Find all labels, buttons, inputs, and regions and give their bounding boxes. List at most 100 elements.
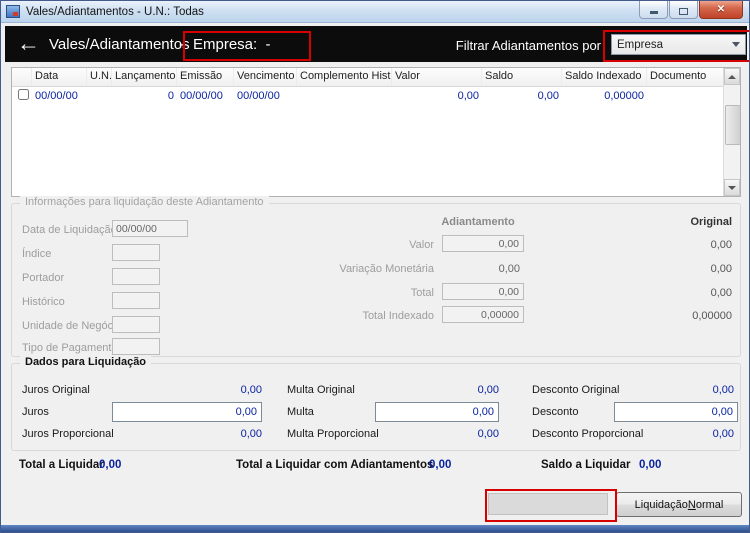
desconto-proporcional-value: 0,00	[712, 428, 734, 440]
juros-original-value: 0,00	[240, 384, 262, 396]
field-label-portador: Portador	[22, 272, 65, 284]
juros-original-label: Juros Original	[22, 384, 90, 396]
desconto-original-label: Desconto Original	[532, 384, 620, 396]
back-arrow-icon[interactable]: ←	[17, 28, 40, 58]
close-icon: ✕	[716, 3, 726, 15]
close-button[interactable]: ✕	[699, 1, 743, 19]
field-label-data-liquidacao: Data de Liquidação	[22, 224, 117, 236]
col-emissao[interactable]: Emissão	[177, 68, 234, 86]
window-controls: ✕	[638, 1, 743, 19]
scroll-down-button[interactable]	[724, 179, 740, 196]
col-saldo-indexado[interactable]: Saldo Indexado	[562, 68, 647, 86]
col-lancamento[interactable]: Lançamento	[112, 68, 177, 86]
vertical-scrollbar[interactable]	[723, 68, 740, 196]
total-com-adiantamentos-label: Total a Liquidar com Adiantamentos	[236, 459, 434, 471]
multa-proporcional-value: 0,00	[477, 428, 499, 440]
window-title: Vales/Adiantamentos - U.N.: Todas	[26, 5, 204, 18]
saldo-a-liquidar-value: 0,00	[639, 459, 662, 471]
col-vencimento[interactable]: Vencimento	[234, 68, 297, 86]
dados-liquidacao-group: Dados para Liquidação Juros Original 0,0…	[11, 356, 741, 451]
button-label-suffix: ormal	[695, 498, 724, 511]
row-checkbox[interactable]	[18, 88, 29, 100]
row-label-variacao-monetaria: Variação Monetária	[339, 263, 434, 275]
field-label-indice: Índice	[22, 248, 52, 260]
header-separator: -	[179, 36, 184, 53]
field-unidade-negocio	[112, 316, 160, 333]
cell-lancamento: 0	[167, 89, 174, 102]
scroll-up-button[interactable]	[724, 68, 740, 85]
adiantamentos-grid: Data U.N. Lançamento Emissão Vencimento …	[11, 67, 741, 197]
minimize-icon	[649, 11, 658, 14]
cell-data: 00/00/00	[35, 89, 78, 102]
footer-empty-panel	[488, 493, 608, 515]
col-documento[interactable]: Documento	[647, 68, 725, 86]
scrollbar-thumb[interactable]	[725, 105, 740, 145]
minimize-button[interactable]	[639, 1, 668, 19]
cell-saldo-indexado: 0,00000	[604, 89, 644, 102]
desconto-original-value: 0,00	[712, 384, 734, 396]
juros-proporcional-label: Juros Proporcional	[22, 428, 114, 440]
cell-saldo: 0,00	[537, 89, 559, 102]
total-a-liquidar-label: Total a Liquidar	[19, 459, 104, 471]
filter-label: Filtrar Adiantamentos por	[455, 38, 601, 53]
scroll-up-icon	[728, 74, 736, 79]
desconto-label: Desconto	[532, 406, 579, 418]
app-window: Vales/Adiantamentos - U.N.: Todas ✕ ← Va…	[0, 0, 750, 533]
totals-bar: Total a Liquidar 0,00 Total a Liquidar c…	[11, 459, 741, 477]
juros-proporcional-value: 0,00	[240, 428, 262, 440]
grid-row[interactable]: 00/00/00 0 00/00/00 00/00/00 0,00 0,00 0…	[12, 87, 740, 104]
desconto-proporcional-label: Desconto Proporcional	[532, 428, 644, 440]
field-label-unidade-negocio: Unidade de Negócio	[22, 320, 122, 332]
chevron-down-icon	[732, 42, 740, 47]
juros-input[interactable]	[112, 402, 262, 422]
row-label-valor: Valor	[409, 239, 434, 251]
button-label-prefix: Liquidação	[634, 498, 688, 511]
window-bottom-border	[1, 525, 749, 532]
field-data-liquidacao: 00/00/00	[112, 220, 188, 237]
col-data[interactable]: Data	[32, 68, 87, 86]
juros-label: Juros	[22, 406, 49, 418]
multa-label: Multa	[287, 406, 314, 418]
row-label-total-indexado: Total Indexado	[362, 310, 434, 322]
row-checkbox-cell	[12, 88, 32, 103]
col-valor[interactable]: Valor	[392, 68, 482, 86]
total-adiantamento: 0,00	[442, 283, 524, 300]
app-icon	[6, 5, 20, 18]
filter-combobox-value: Empresa	[617, 38, 664, 51]
field-label-tipo-pagamento: Tipo de Pagamento	[22, 342, 118, 354]
col-un[interactable]: U.N.	[87, 68, 112, 86]
col-checkbox	[12, 68, 32, 86]
grid-header: Data U.N. Lançamento Emissão Vencimento …	[12, 68, 740, 87]
desconto-input[interactable]	[614, 402, 738, 422]
dados-group-title: Dados para Liquidação	[20, 356, 152, 368]
total-com-adiantamentos-value: 0,00	[429, 459, 452, 471]
cell-valor: 0,00	[457, 89, 479, 102]
cell-emissao: 00/00/00	[180, 89, 223, 102]
col-complemento-historico[interactable]: Complemento Histórico	[297, 68, 392, 86]
multa-input[interactable]	[375, 402, 499, 422]
liquidacao-normal-button[interactable]: Liquidação Normal	[616, 492, 742, 517]
column-header-original: Original	[690, 216, 732, 228]
info-liquidacao-group: Informações para liquidação deste Adiant…	[11, 196, 741, 357]
info-group-title: Informações para liquidação deste Adiant…	[20, 196, 269, 208]
multa-original-value: 0,00	[477, 384, 499, 396]
scroll-down-icon	[728, 185, 736, 190]
total-a-liquidar-value: 0,00	[99, 459, 122, 471]
filter-combobox[interactable]: Empresa	[611, 34, 746, 55]
valor-original: 0,00	[710, 239, 732, 251]
maximize-button[interactable]	[669, 1, 698, 19]
valor-adiantamento: 0,00	[442, 235, 524, 252]
variacao-original: 0,00	[710, 263, 732, 275]
row-label-total: Total	[410, 287, 434, 299]
titlebar[interactable]: Vales/Adiantamentos - U.N.: Todas ✕	[1, 1, 749, 23]
header-title: Vales/Adiantamentos	[49, 36, 190, 53]
col-saldo[interactable]: Saldo	[482, 68, 562, 86]
field-indice	[112, 244, 160, 261]
cell-vencimento: 00/00/00	[237, 89, 280, 102]
column-header-adiantamento: Adiantamento	[441, 216, 515, 228]
total-indexado-original: 0,00000	[692, 310, 732, 322]
total-indexado-adiantamento: 0,00000	[442, 306, 524, 323]
saldo-a-liquidar-label: Saldo a Liquidar	[541, 459, 631, 471]
field-historico	[112, 292, 160, 309]
button-label-accel: N	[687, 498, 696, 511]
